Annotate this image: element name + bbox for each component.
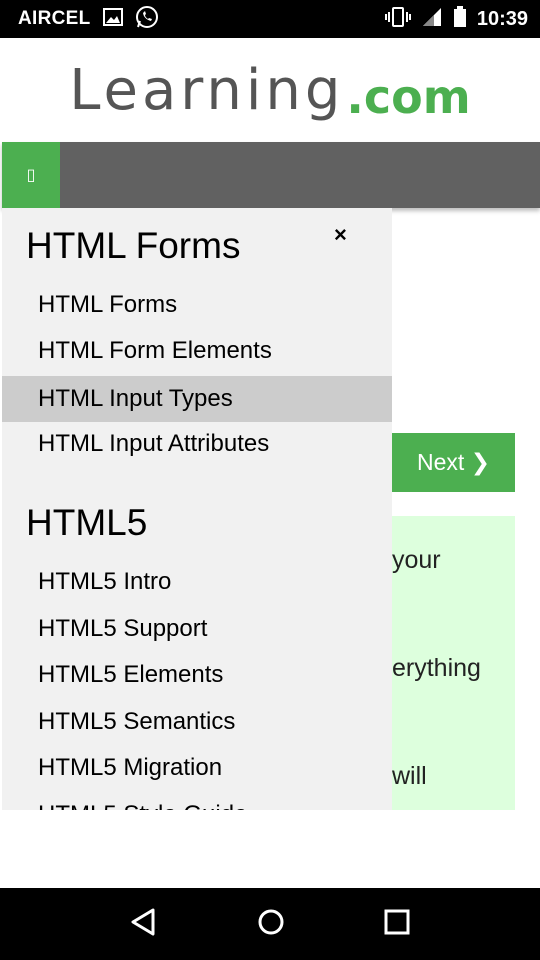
site-logo[interactable]: Learning .com — [0, 38, 540, 142]
status-bar: AIRCEL 10:39 — [0, 0, 540, 38]
whatsapp-icon — [135, 5, 159, 34]
menu-item-html5-support[interactable]: HTML5 Support — [2, 606, 392, 652]
status-icons: 10:39 — [384, 5, 528, 33]
section-title-html5: HTML5 — [26, 502, 148, 543]
vibrate-icon — [384, 6, 411, 33]
menu-item-html5-style-guide[interactable]: HTML5 Style Guide — [2, 792, 392, 810]
clock: 10:39 — [476, 7, 528, 30]
image-notification-icon — [102, 7, 123, 31]
system-navigation-bar — [0, 888, 540, 960]
next-button[interactable]: Next ❯ — [392, 433, 515, 492]
signal-icon — [421, 6, 443, 33]
side-drawer: × HTML Forms HTML Forms HTML Form Elemen… — [2, 208, 392, 810]
menu-toggle-button[interactable]: ▯ — [2, 142, 60, 208]
top-navbar: ▯ — [2, 142, 540, 208]
menu-item-html5-intro[interactable]: HTML5 Intro — [2, 559, 392, 605]
menu-item-html-form-elements[interactable]: HTML Form Elements — [2, 328, 392, 374]
logo-text: Learning — [69, 57, 345, 123]
intro-text-line: will — [392, 762, 427, 790]
menu-item-html-input-types[interactable]: HTML Input Types — [2, 376, 392, 422]
intro-box: your erything will — [392, 516, 515, 810]
menu-icon: ▯ — [26, 167, 36, 184]
home-icon[interactable] — [256, 907, 286, 942]
menu-item-html5-migration[interactable]: HTML5 Migration — [2, 745, 392, 791]
logo-domain: .com — [346, 70, 471, 124]
menu-item-html5-semantics[interactable]: HTML5 Semantics — [2, 699, 392, 745]
page-bottom — [0, 810, 540, 888]
carrier-name: AIRCEL — [18, 8, 91, 29]
close-drawer-button[interactable]: × — [334, 222, 347, 248]
battery-icon — [453, 5, 467, 33]
back-icon[interactable] — [129, 907, 159, 942]
menu-item-html-input-attributes[interactable]: HTML Input Attributes — [2, 421, 392, 467]
section-title-html-forms: HTML Forms — [26, 225, 241, 266]
notification-icons — [102, 5, 159, 34]
intro-text-line: erything — [392, 654, 481, 682]
intro-text-line: your — [392, 546, 441, 574]
recents-icon[interactable] — [383, 908, 411, 941]
menu-item-html-forms[interactable]: HTML Forms — [2, 282, 392, 328]
menu-item-html5-elements[interactable]: HTML5 Elements — [2, 652, 392, 698]
